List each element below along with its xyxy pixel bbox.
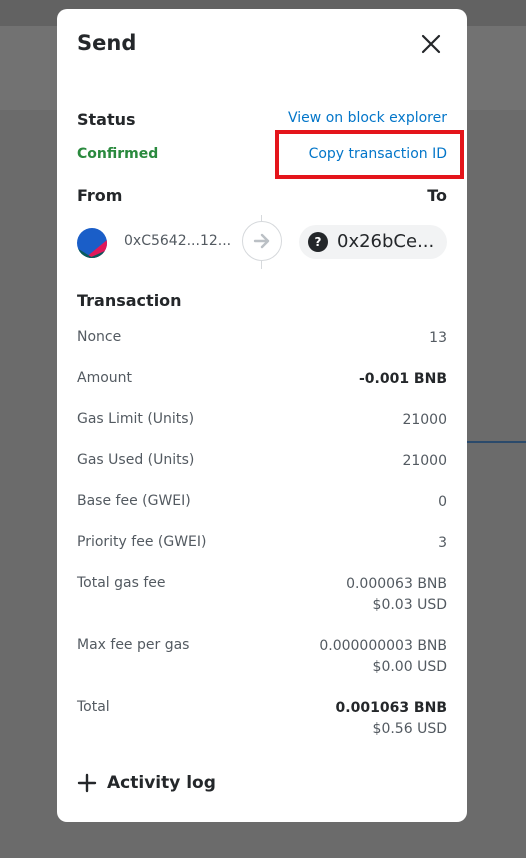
sender-address[interactable]: 0xC5642...12...	[124, 233, 231, 249]
amount-value: -0.001 BNB	[358, 371, 447, 387]
transaction-details-modal: Send Status Confirmed View on block expl…	[57, 9, 467, 822]
transaction-section-label: Transaction	[77, 291, 182, 310]
total-label: Total	[77, 699, 110, 715]
background-divider	[467, 441, 526, 443]
activity-log-toggle[interactable]: Activity log	[77, 773, 216, 793]
total-usd: $0.56 USD	[372, 721, 447, 737]
plus-icon	[77, 773, 97, 793]
total-gas-fee-usd: $0.03 USD	[372, 597, 447, 613]
nonce-label: Nonce	[77, 329, 122, 345]
gas-used-label: Gas Used (Units)	[77, 452, 195, 468]
max-fee-per-gas-usd: $0.00 USD	[372, 659, 447, 675]
priority-fee-value: 3	[438, 535, 447, 551]
gas-used-value: 21000	[402, 453, 447, 469]
max-fee-per-gas-label: Max fee per gas	[77, 637, 190, 653]
highlight-box	[275, 130, 464, 179]
activity-log-label: Activity log	[107, 773, 216, 793]
recipient-address: 0x26bCe...	[337, 231, 435, 252]
max-fee-per-gas-value: 0.000000003 BNB	[319, 638, 447, 654]
to-label: To	[427, 186, 447, 205]
status-label: Status	[77, 110, 136, 129]
recipient-address-pill[interactable]: ? 0x26bCe...	[299, 225, 447, 259]
sender-avatar	[77, 228, 107, 258]
nonce-value: 13	[429, 330, 447, 346]
close-button[interactable]	[413, 31, 449, 57]
base-fee-value: 0	[438, 494, 447, 510]
amount-label: Amount	[77, 370, 133, 386]
view-on-block-explorer-link[interactable]: View on block explorer	[288, 110, 447, 126]
arrow-right-icon	[253, 233, 270, 249]
total-value: 0.001063 BNB	[335, 700, 447, 716]
priority-fee-label: Priority fee (GWEI)	[77, 534, 207, 550]
gas-limit-label: Gas Limit (Units)	[77, 411, 195, 427]
modal-title: Send	[77, 31, 137, 55]
question-icon: ?	[308, 232, 328, 252]
total-gas-fee-value: 0.000063 BNB	[346, 576, 447, 592]
gas-limit-value: 21000	[402, 412, 447, 428]
close-icon	[421, 34, 441, 54]
status-badge: Confirmed	[77, 146, 159, 162]
base-fee-label: Base fee (GWEI)	[77, 493, 191, 509]
total-gas-fee-label: Total gas fee	[77, 575, 166, 591]
from-label: From	[77, 186, 123, 205]
transfer-arrow	[242, 221, 282, 261]
